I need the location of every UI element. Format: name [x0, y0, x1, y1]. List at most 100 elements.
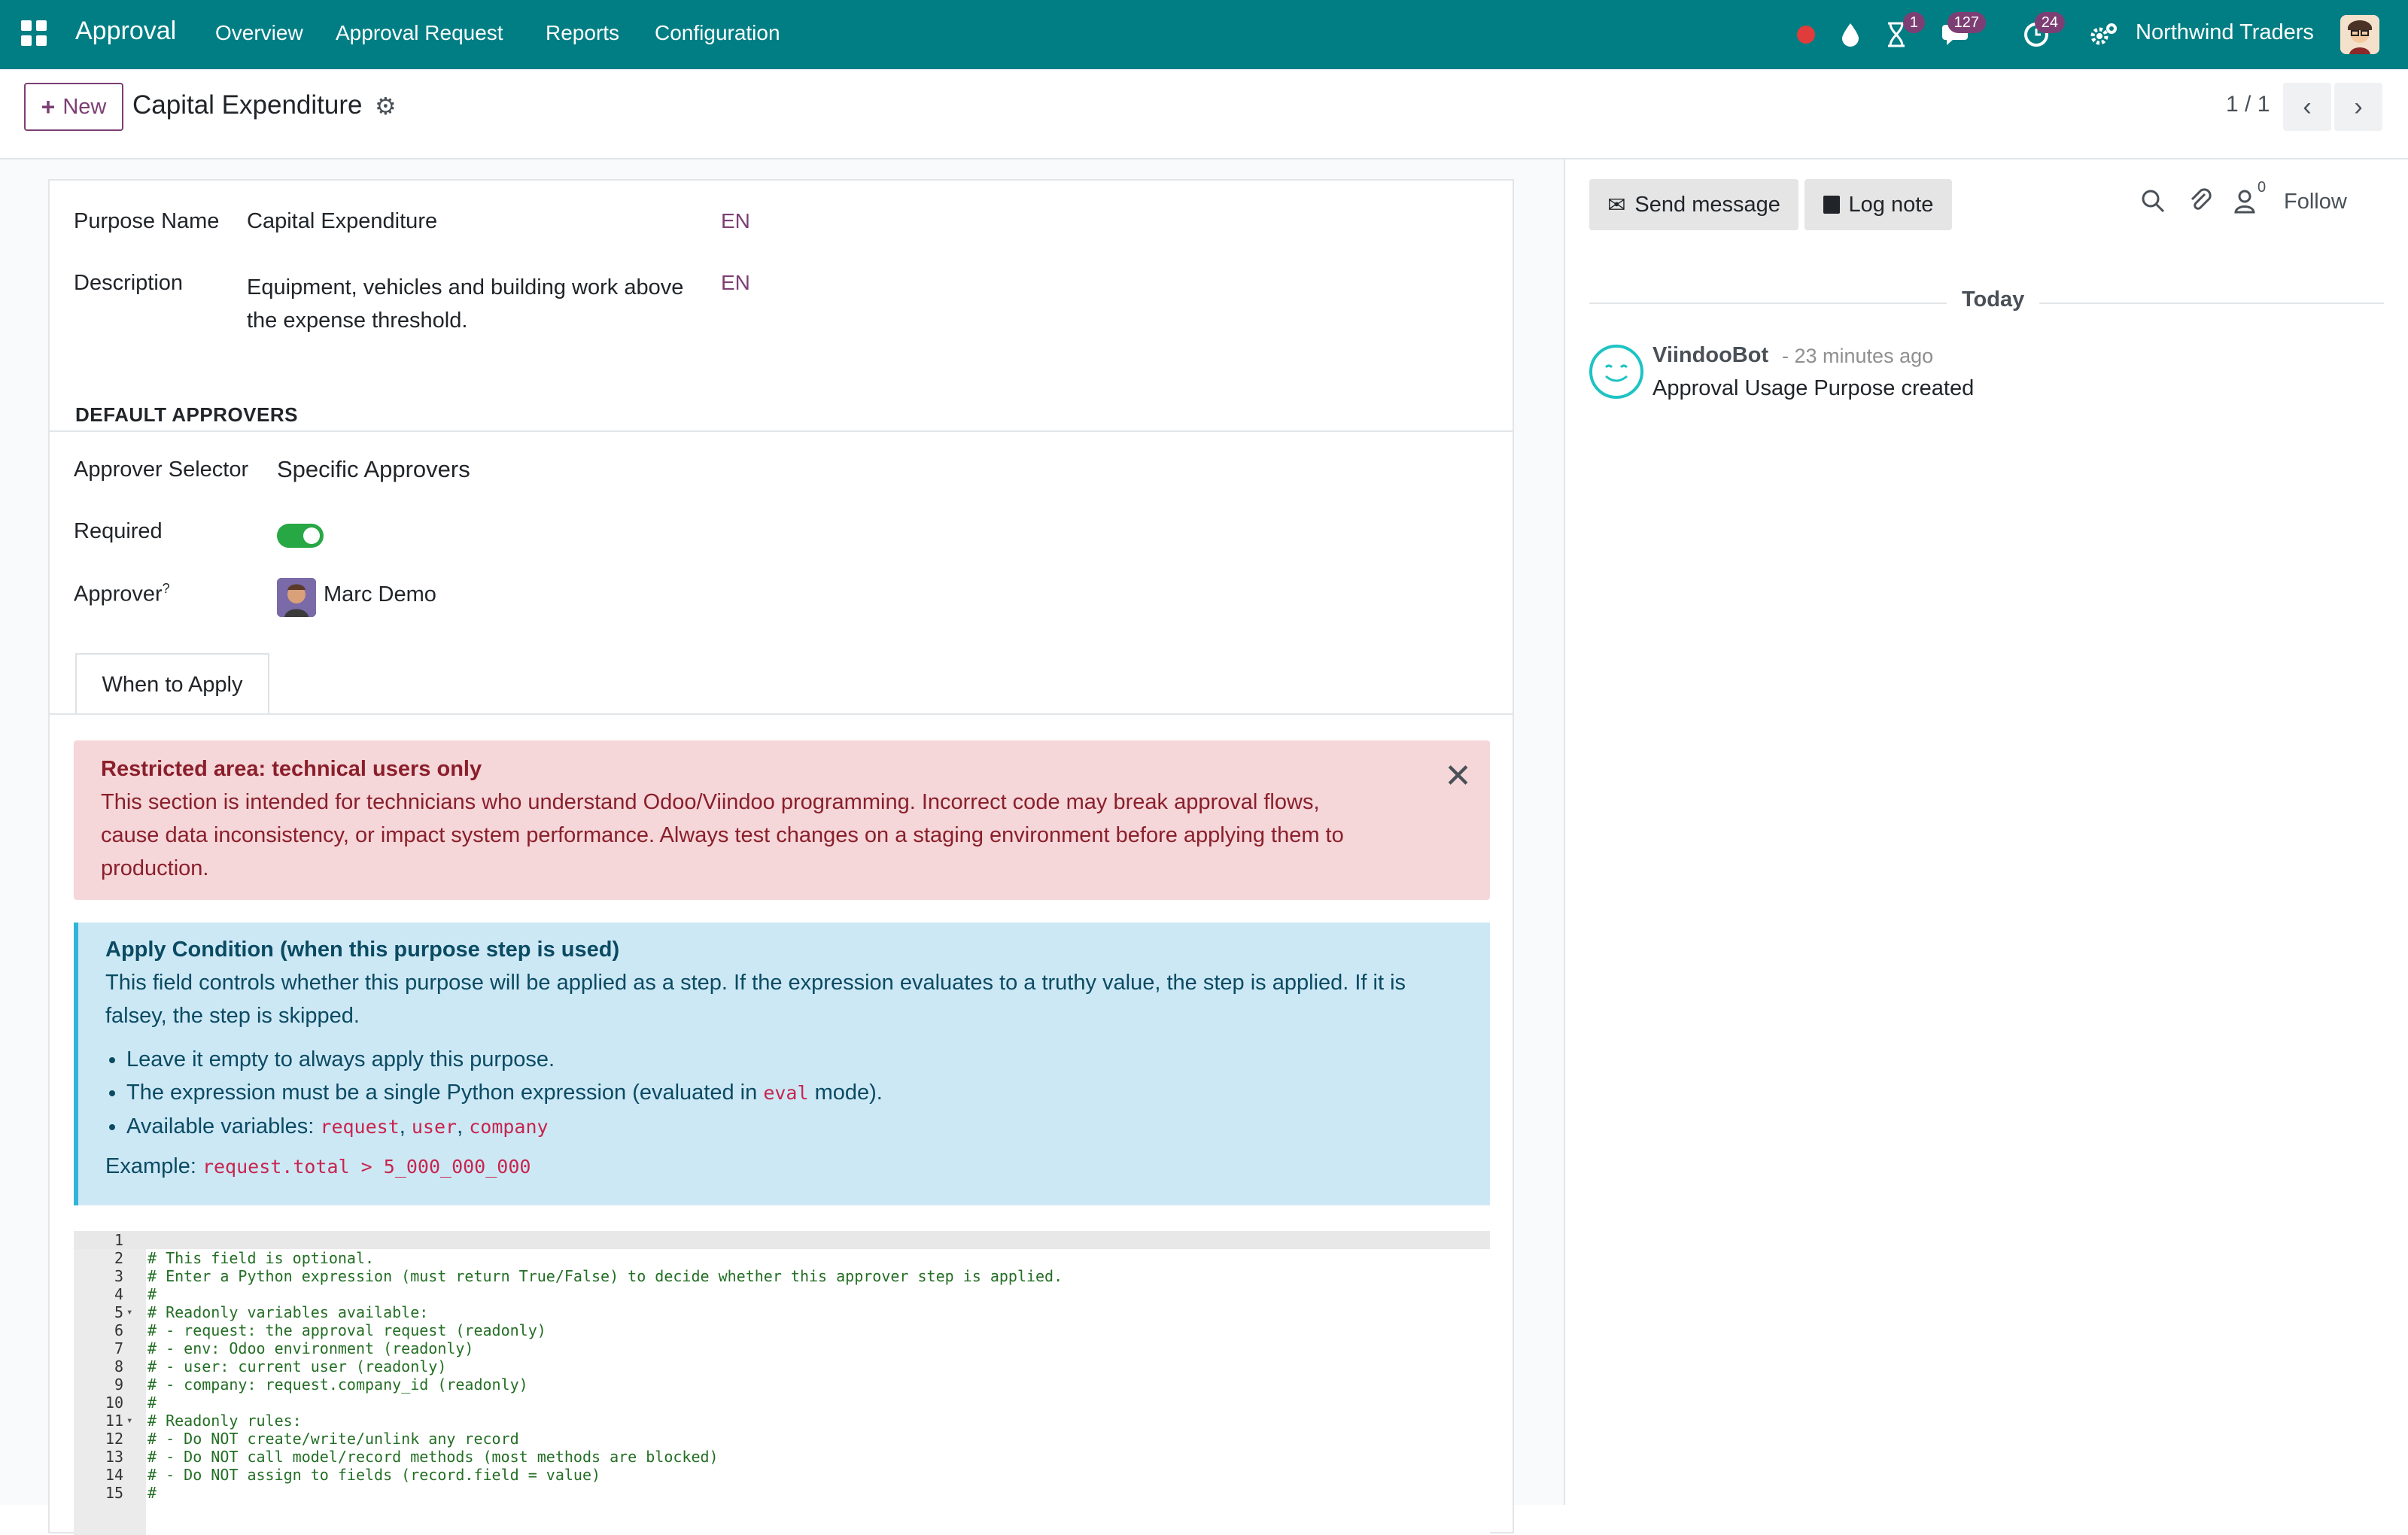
code-text: #	[147, 1484, 157, 1502]
code-line[interactable]: 1	[74, 1231, 1490, 1249]
apply-condition-line-2: falsey, the step is skipped.	[105, 1004, 360, 1028]
menu-overview[interactable]: Overview	[215, 21, 303, 45]
activity-hourglass-icon[interactable]: 1	[1878, 12, 1925, 53]
code-line[interactable]: 14 # - Do NOT assign to fields (record.fi…	[74, 1466, 1490, 1484]
send-message-label: Send message	[1634, 192, 1780, 217]
envelope-icon: ✉	[1607, 193, 1626, 217]
fold-arrow-icon[interactable]: ▾	[126, 1303, 132, 1321]
droplet-icon[interactable]	[1832, 17, 1868, 53]
required-label: Required	[74, 519, 163, 543]
tab-when-to-apply[interactable]: When to Apply	[75, 653, 269, 715]
apply-condition-title: Apply Condition (when this purpose step …	[105, 938, 620, 962]
code-line[interactable]: 15 #	[74, 1484, 1490, 1502]
code-line[interactable]: 7 # - env: Odoo environment (readonly)	[74, 1339, 1490, 1357]
code-line[interactable]: 6 # - request: the approval request (read…	[74, 1321, 1490, 1339]
code-text: # - user: current user (readonly)	[147, 1357, 447, 1375]
company-switcher[interactable]: Northwind Traders	[2136, 20, 2314, 45]
line-number: 5	[114, 1303, 123, 1321]
app-name[interactable]: Approval	[75, 17, 176, 46]
user-avatar[interactable]	[2340, 15, 2379, 54]
line-number: 14	[105, 1466, 123, 1484]
line-number: 11	[105, 1412, 123, 1430]
example-row: Example: request.total > 5_000_000_000	[105, 1150, 1463, 1184]
description-field[interactable]: Equipment, vehicles and building work ab…	[247, 271, 683, 337]
bullet2-text: The expression must be a single Python e…	[126, 1081, 764, 1105]
section-divider	[50, 430, 1513, 432]
log-note-label: Log note	[1848, 192, 1934, 217]
approver-help-icon[interactable]: ?	[163, 581, 170, 596]
description-line-2: the expense threshold.	[247, 309, 468, 333]
apps-menu-icon[interactable]	[21, 20, 48, 47]
top-navbar: Approval Overview Approval Request Repor…	[0, 0, 2408, 69]
menu-reports[interactable]: Reports	[546, 21, 619, 45]
code-line[interactable]: 12 # - Do NOT create/write/unlink any rec…	[74, 1430, 1490, 1448]
restricted-alert-line-3: production.	[101, 856, 209, 880]
code-text: # This field is optional.	[147, 1249, 375, 1267]
code-text: # - Do NOT create/write/unlink any recor…	[147, 1430, 519, 1448]
purpose-name-label: Purpose Name	[74, 209, 220, 233]
var-user: user	[411, 1116, 458, 1138]
search-icon[interactable]	[2140, 188, 2166, 220]
new-button[interactable]: + New	[24, 83, 123, 131]
menu-approval-request[interactable]: Approval Request	[336, 21, 503, 45]
code-line[interactable]: 4 #	[74, 1285, 1490, 1303]
record-indicator-icon[interactable]	[1788, 17, 1824, 53]
required-toggle[interactable]	[277, 524, 324, 548]
line-number: 7	[114, 1339, 123, 1357]
description-lang-button[interactable]: EN	[721, 271, 750, 295]
approver-label: Approver?	[74, 581, 170, 607]
pager-previous-icon[interactable]: ‹	[2283, 83, 2331, 131]
pager-value[interactable]: 1 / 1	[2226, 92, 2270, 117]
list-item: Leave it empty to always apply this purp…	[126, 1043, 1463, 1076]
updates-clock-icon[interactable]: 24	[2018, 12, 2065, 53]
code-line[interactable]: 8 # - user: current user (readonly)	[74, 1357, 1490, 1375]
followers-user-icon[interactable]: 0	[2233, 179, 2266, 220]
messages-icon[interactable]: 127	[1939, 12, 1986, 53]
line-number: 12	[105, 1430, 123, 1448]
settings-gears-icon[interactable]	[2086, 17, 2122, 53]
restricted-alert-title: Restricted area: technical users only	[101, 757, 482, 781]
code-text: # - company: request.company_id (readonl…	[147, 1375, 528, 1394]
code-line[interactable]: 5 ▾ # Readonly variables available:	[74, 1303, 1490, 1321]
code-text: #	[147, 1394, 157, 1412]
code-line[interactable]: 3 # Enter a Python expression (must retur…	[74, 1267, 1490, 1285]
menu-configuration[interactable]: Configuration	[655, 21, 780, 45]
description-label: Description	[74, 271, 184, 295]
line-number: 9	[114, 1375, 123, 1394]
log-note-button[interactable]: Log note	[1804, 179, 1952, 230]
example-code: request.total > 5_000_000_000	[202, 1156, 531, 1178]
fold-arrow-icon[interactable]: ▾	[126, 1412, 132, 1430]
message-author[interactable]: ViindooBot	[1652, 343, 1768, 368]
approver-field[interactable]: Marc Demo	[324, 582, 436, 607]
code-line[interactable]: 10 #	[74, 1394, 1490, 1412]
date-separator-today: Today	[1947, 287, 2040, 312]
send-message-button[interactable]: ✉ Send message	[1589, 179, 1798, 230]
code-line[interactable]: 13 # - Do NOT call model/record methods (…	[74, 1448, 1490, 1466]
code-text: # Readonly variables available:	[147, 1303, 429, 1321]
pager-next-icon[interactable]: ›	[2334, 83, 2382, 131]
line-number: 15	[105, 1484, 123, 1502]
line-number: 3	[114, 1267, 123, 1285]
record-gear-icon[interactable]: ⚙	[375, 92, 397, 120]
restricted-alert-line-2: cause data inconsistency, or impact syst…	[101, 823, 1344, 847]
code-line[interactable]: 2 # This field is optional.	[74, 1249, 1490, 1267]
approver-label-text: Approver	[74, 582, 163, 606]
code-line[interactable]: 9 # - company: request.company_id (readon…	[74, 1375, 1490, 1394]
code-text: # - Do NOT call model/record methods (mo…	[147, 1448, 719, 1466]
approver-avatar	[277, 578, 316, 617]
bullet2-suffix: mode).	[808, 1081, 883, 1105]
purpose-name-lang-button[interactable]: EN	[721, 209, 750, 233]
follow-button[interactable]: Follow	[2284, 190, 2347, 214]
close-icon[interactable]: ✕	[1444, 760, 1472, 793]
code-line[interactable]: 11 ▾ # Readonly rules:	[74, 1412, 1490, 1430]
messages-badge: 127	[1947, 12, 1986, 33]
list-item: Available variables: request, user, comp…	[126, 1110, 1463, 1144]
code-editor[interactable]: 1 2 # This field is optional. 3 # Enter a Py…	[74, 1231, 1490, 1535]
paperclip-icon[interactable]	[2188, 188, 2212, 220]
bullet3-text: Available variables:	[126, 1114, 321, 1138]
purpose-name-field[interactable]: Capital Expenditure	[247, 209, 437, 234]
form-view: Purpose Name Capital Expenditure EN Desc…	[0, 160, 1565, 1535]
new-button-label: New	[62, 94, 107, 119]
approver-selector-field[interactable]: Specific Approvers	[277, 456, 470, 483]
code-text: # Readonly rules:	[147, 1412, 302, 1430]
